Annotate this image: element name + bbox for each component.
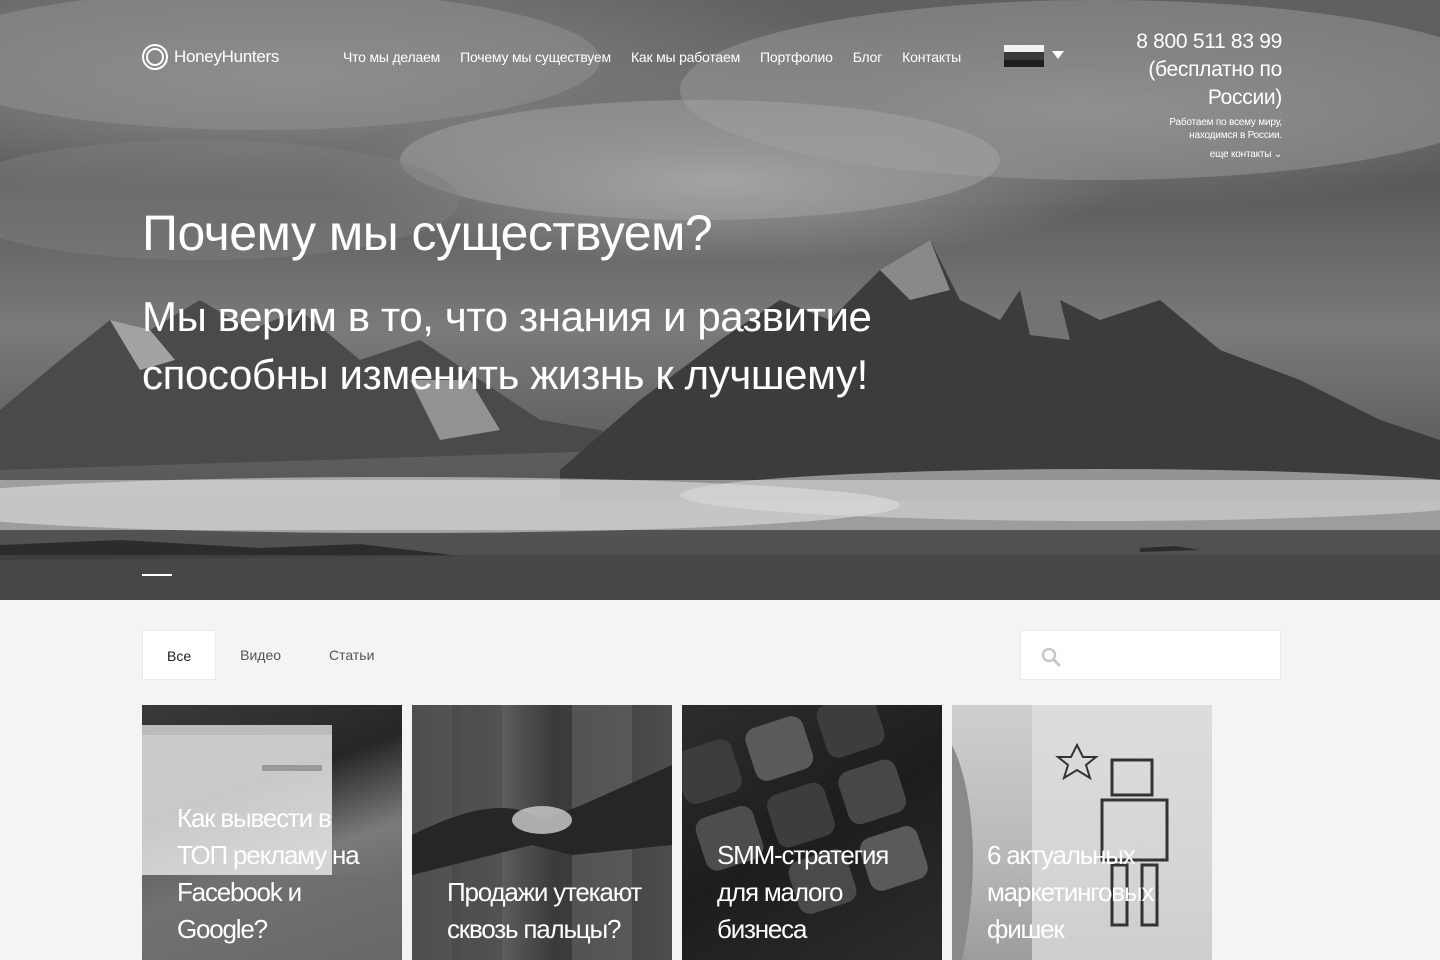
nav-item-why-we-exist[interactable]: Почему мы существуем (460, 49, 611, 65)
more-contacts-link[interactable]: еще контакты ⌄ (1136, 149, 1282, 160)
article-card[interactable]: Как вывести в ТОП рекламу на Facebook и … (142, 705, 402, 960)
tab-articles[interactable]: Статьи (305, 630, 398, 680)
article-grid: Как вывести в ТОП рекламу на Facebook и … (142, 705, 1212, 960)
search-box (1020, 630, 1281, 680)
nav-item-how-we-work[interactable]: Как мы работаем (631, 49, 740, 65)
article-card[interactable]: 6 актуальных маркетинговых фишек (952, 705, 1212, 960)
article-card-title: SMM-стратегия для малого бизнеса (717, 840, 889, 944)
page-title: Почему мы существуем? (142, 205, 713, 261)
phone-number[interactable]: 8 800 511 83 99 (1136, 28, 1282, 56)
filter-tabs: Все Видео Статьи (142, 630, 398, 680)
nav-item-portfolio[interactable]: Портфолио (760, 49, 833, 65)
work-note-2: находимся в России. (1189, 130, 1282, 141)
work-note-1: Работаем по всему миру, (1169, 117, 1282, 128)
search-icon[interactable] (1041, 647, 1061, 667)
slider-indicator[interactable] (142, 574, 172, 576)
nav-item-what-we-do[interactable]: Что мы делаем (343, 49, 440, 65)
phone-note: (бесплатно по (1148, 58, 1282, 81)
language-flag-icon[interactable] (1004, 45, 1044, 67)
brand-name: HoneyHunters (174, 47, 280, 66)
brand-logo[interactable]: HoneyHunters (142, 44, 279, 70)
article-card[interactable]: SMM-стратегия для малого бизнеса (682, 705, 942, 960)
contact-block: 8 800 511 83 99 (бесплатно по России) Ра… (1136, 28, 1282, 160)
nav-item-blog[interactable]: Блог (853, 49, 883, 65)
hero-subtitle: Мы верим в то, что знания и развитие спо… (142, 293, 872, 398)
nav-item-contacts[interactable]: Контакты (902, 49, 961, 65)
article-card-title: Как вывести в ТОП рекламу на Facebook и … (177, 803, 360, 944)
phone-note-region: России) (1207, 86, 1282, 109)
article-card-title: 6 актуальных маркетинговых фишек (987, 840, 1154, 944)
main-nav: Что мы делаем Почему мы существуем Как м… (343, 49, 961, 65)
article-card-title: Продажи утекают сквозь пальцы? (447, 877, 642, 944)
tab-all[interactable]: Все (142, 630, 217, 680)
hero-section: HoneyHunters Что мы делаем Почему мы сущ… (0, 0, 1440, 600)
article-card[interactable]: Продажи утекают сквозь пальцы? (412, 705, 672, 960)
logo-icon (142, 44, 168, 70)
language-dropdown-arrow-icon[interactable] (1052, 51, 1064, 59)
tab-video[interactable]: Видео (216, 630, 305, 680)
